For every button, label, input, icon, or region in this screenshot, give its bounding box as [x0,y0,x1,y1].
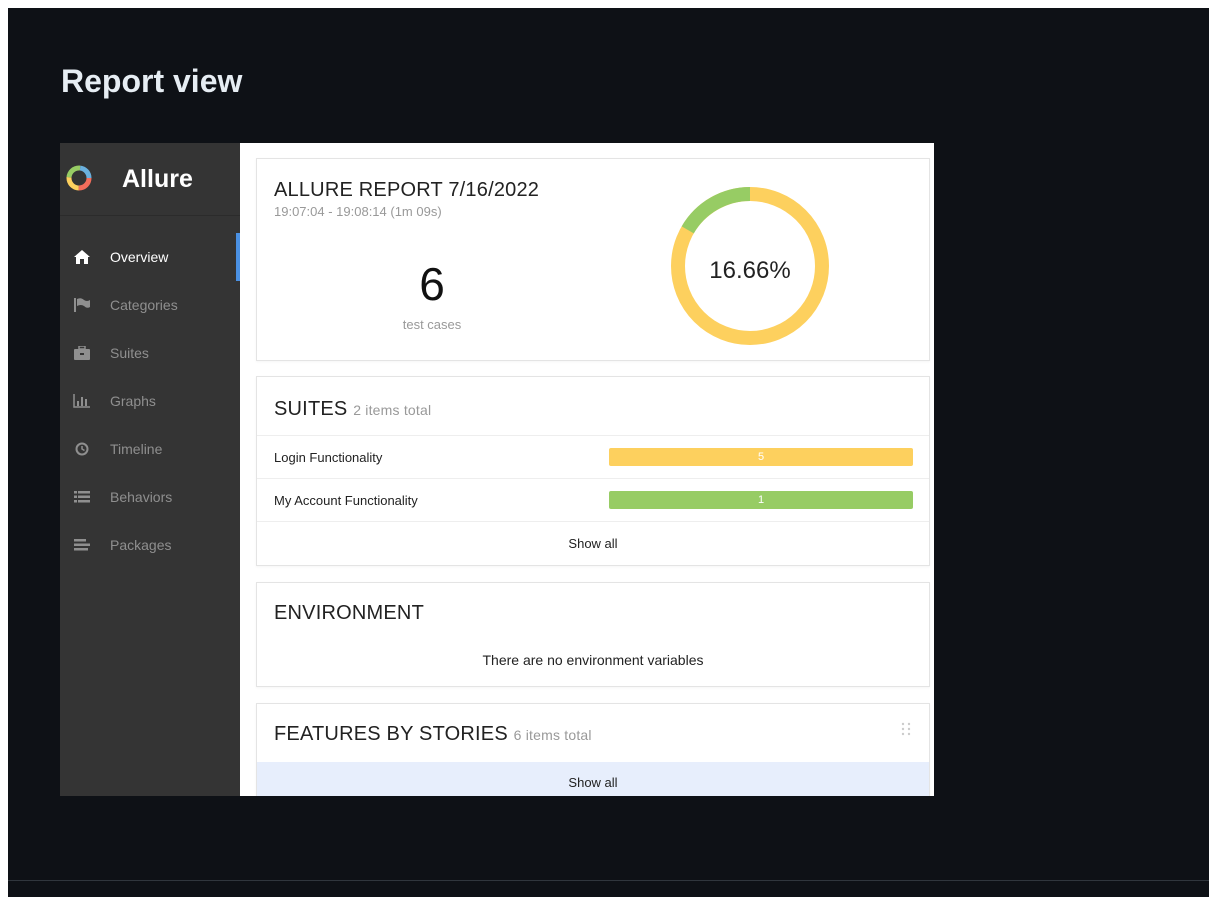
clock-icon [72,440,92,458]
suites-title: SUITES 2 items total [274,398,431,421]
report-screenshot: Allure Overview Categories Suites Graphs… [60,143,934,796]
align-left-icon [72,536,92,554]
success-rate-label: 16.66% [709,257,791,284]
allure-logo-icon [66,165,92,191]
features-show-all-link[interactable]: Show all [257,762,929,796]
suite-name: Login Functionality [274,450,383,465]
sidebar-item-label: Graphs [110,393,156,409]
suite-name: My Account Functionality [274,493,418,508]
drag-handle-icon[interactable] [901,722,911,736]
suite-status-bar: 5 [609,448,913,466]
brand[interactable]: Allure [60,143,240,216]
sidebar-item-label: Suites [110,345,149,361]
environment-widget: ENVIRONMENT There are no environment var… [256,582,930,687]
sidebar-item-graphs[interactable]: Graphs [60,377,240,425]
report-title: ALLURE REPORT 7/16/2022 [274,179,540,201]
suite-status-bar: 1 [609,491,913,509]
section-divider [8,880,1209,881]
sidebar-item-overview[interactable]: Overview [60,233,240,281]
list-icon [72,488,92,506]
sidebar: Allure Overview Categories Suites Graphs… [60,143,240,796]
suites-count: 2 items total [353,402,432,418]
sidebar-item-suites[interactable]: Suites [60,329,240,377]
brand-name: Allure [122,165,193,193]
test-case-count: 6 [419,258,445,310]
sidebar-item-label: Packages [110,537,172,553]
features-title-text: FEATURES BY STORIES [274,723,508,745]
report-time: 19:07:04 - 19:08:14 (1m 09s) [274,204,442,219]
flag-icon [72,296,92,314]
suites-title-text: SUITES [274,398,348,420]
page-title: Report view [61,63,243,99]
suites-widget: SUITES 2 items total Login Functionality… [256,376,930,566]
table-row[interactable]: My Account Functionality 1 [257,478,929,522]
suites-show-all-link[interactable]: Show all [257,521,929,565]
home-icon [72,248,92,266]
main-content: ALLURE REPORT 7/16/2022 19:07:04 - 19:08… [240,143,934,796]
table-row[interactable]: Login Functionality 5 [257,435,929,479]
environment-title: ENVIRONMENT [274,602,424,624]
bar-chart-icon [72,392,92,410]
sidebar-nav: Overview Categories Suites Graphs Timeli… [60,233,240,569]
features-widget: FEATURES BY STORIES 6 items total Show a… [256,703,930,796]
sidebar-item-timeline[interactable]: Timeline [60,425,240,473]
environment-empty-message: There are no environment variables [482,652,704,668]
sidebar-item-label: Overview [110,249,169,265]
sidebar-item-label: Behaviors [110,489,173,505]
test-case-count-label: test cases [402,317,462,332]
sidebar-item-packages[interactable]: Packages [60,521,240,569]
briefcase-icon [72,344,92,362]
summary-widget: ALLURE REPORT 7/16/2022 19:07:04 - 19:08… [256,158,930,361]
sidebar-item-label: Categories [110,297,178,313]
features-title: FEATURES BY STORIES 6 items total [274,723,592,746]
sidebar-item-label: Timeline [110,441,163,457]
features-count: 6 items total [513,727,592,743]
report-view-section: Report view Allure Overview Categories S… [8,8,1209,897]
sidebar-item-categories[interactable]: Categories [60,281,240,329]
sidebar-item-behaviors[interactable]: Behaviors [60,473,240,521]
